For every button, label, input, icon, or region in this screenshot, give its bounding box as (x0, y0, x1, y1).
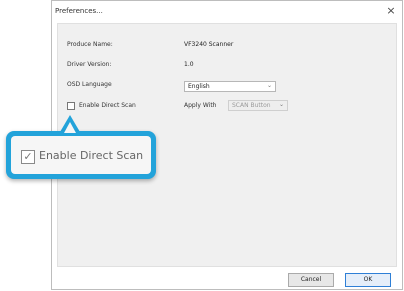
product-name-value: VF3240 Scanner (184, 41, 234, 48)
driver-version-value: 1.0 (184, 61, 194, 68)
dialog-title: Preferences... (55, 7, 103, 15)
chevron-down-icon: ⌄ (266, 82, 272, 89)
enable-direct-scan-label: Enable Direct Scan (79, 102, 136, 109)
apply-with-label: Apply With (184, 102, 217, 109)
enable-direct-scan-checkbox[interactable] (67, 102, 75, 110)
title-bar: Preferences... × (52, 1, 402, 23)
chevron-down-icon: ⌄ (278, 101, 284, 108)
callout-label: Enable Direct Scan (39, 149, 144, 162)
osd-language-label: OSD Language (67, 81, 112, 88)
apply-with-select: SCAN Button ⌄ (228, 100, 288, 111)
osd-language-select[interactable]: English ⌄ (184, 81, 276, 92)
apply-with-selected: SCAN Button (232, 102, 271, 109)
callout-inner: ✓ Enable Direct Scan (11, 136, 151, 174)
callout-box: ✓ Enable Direct Scan (6, 131, 156, 179)
driver-version-label: Driver Version: (67, 61, 112, 68)
callout-pointer-inner (64, 122, 76, 133)
cancel-button[interactable]: Cancel (288, 273, 334, 287)
product-name-label: Produce Name: (67, 41, 113, 48)
close-icon[interactable]: × (384, 4, 398, 18)
osd-language-selected: English (188, 83, 210, 90)
check-icon: ✓ (21, 150, 35, 164)
ok-button[interactable]: OK (345, 273, 391, 287)
